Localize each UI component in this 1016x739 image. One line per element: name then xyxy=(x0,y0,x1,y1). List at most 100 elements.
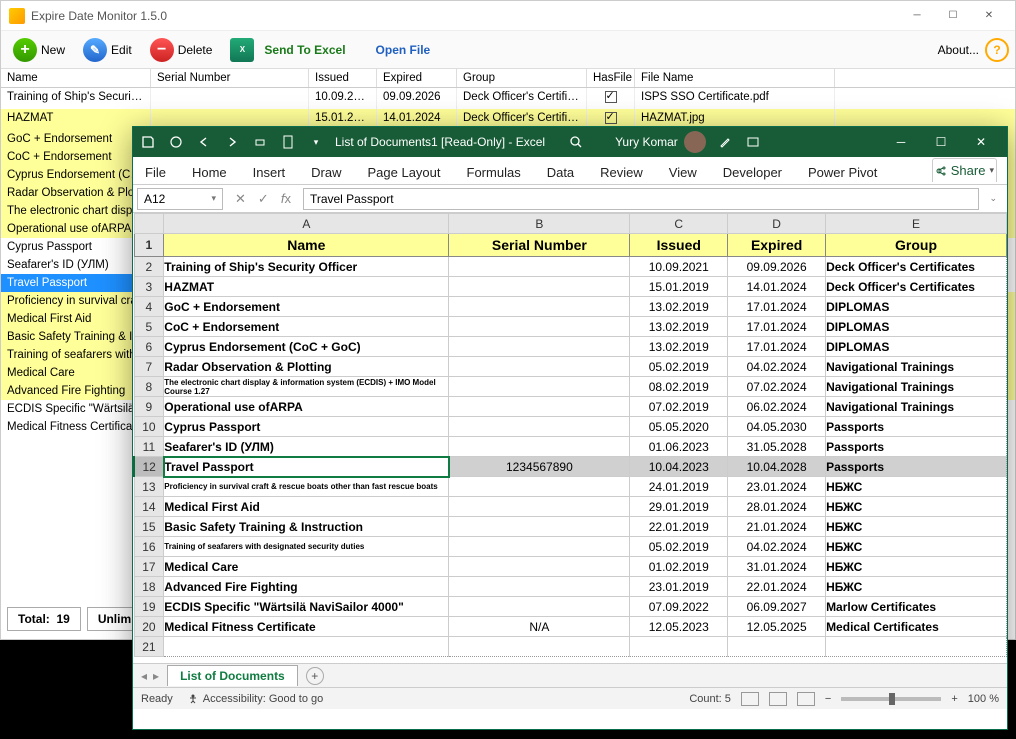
view-normal-icon[interactable] xyxy=(741,692,759,706)
qat-customize-icon[interactable]: ▾ xyxy=(307,133,325,151)
col-issued[interactable]: Issued xyxy=(309,69,377,87)
formula-bar: A12 ✕ ✓ fx Travel Passport ⌄ xyxy=(133,185,1007,213)
about-link[interactable]: About... xyxy=(938,43,979,57)
row-header-1[interactable]: 1 xyxy=(134,234,164,257)
row-header-9[interactable]: 9 xyxy=(134,397,164,417)
ribbon-mode-icon[interactable] xyxy=(744,133,762,151)
app-title: Expire Date Monitor 1.5.0 xyxy=(31,9,899,23)
col-group[interactable]: Group xyxy=(457,69,587,87)
row-header-10[interactable]: 10 xyxy=(134,417,164,437)
ribbon-tab-draw[interactable]: Draw xyxy=(309,161,343,184)
ribbon-tab-file[interactable]: File xyxy=(143,161,168,184)
pen-icon[interactable] xyxy=(716,133,734,151)
row-header-19[interactable]: 19 xyxy=(134,597,164,617)
ribbon-tab-page-layout[interactable]: Page Layout xyxy=(366,161,443,184)
excel-doc-title: List of Documents1 [Read-Only] - Excel xyxy=(335,135,545,149)
add-sheet-button[interactable]: + xyxy=(306,667,324,685)
open-file-button[interactable]: Open File xyxy=(364,41,443,59)
ribbon-tab-power-pivot[interactable]: Power Pivot xyxy=(806,161,879,184)
zoom-in-button[interactable]: + xyxy=(951,693,957,705)
accessibility-status[interactable]: Accessibility: Good to go xyxy=(187,693,323,705)
excel-minimize-button[interactable]: ─ xyxy=(881,128,921,156)
grid-row[interactable]: Training of Ship's Security O...10.09.20… xyxy=(1,88,1015,109)
help-button[interactable]: ? xyxy=(985,38,1009,62)
close-button[interactable]: ✕ xyxy=(971,4,1007,28)
doc-icon[interactable] xyxy=(279,133,297,151)
redo-icon[interactable] xyxy=(223,133,241,151)
pencil-icon: ✎ xyxy=(83,38,107,62)
sheet-tabs: ◂ ▸ List of Documents + xyxy=(133,663,1007,687)
fx-icon[interactable]: fx xyxy=(281,191,291,206)
col-header-C[interactable]: C xyxy=(630,214,728,234)
row-header-6[interactable]: 6 xyxy=(134,337,164,357)
row-header-18[interactable]: 18 xyxy=(134,577,164,597)
zoom-out-button[interactable]: − xyxy=(825,693,831,705)
col-serial[interactable]: Serial Number xyxy=(151,69,309,87)
excel-maximize-button[interactable]: ☐ xyxy=(921,128,961,156)
new-button[interactable]: +New xyxy=(7,36,71,64)
search-icon[interactable] xyxy=(567,133,585,151)
zoom-level[interactable]: 100 % xyxy=(968,693,999,705)
save-icon[interactable] xyxy=(139,133,157,151)
ribbon-tab-view[interactable]: View xyxy=(667,161,699,184)
row-header-14[interactable]: 14 xyxy=(134,497,164,517)
name-box[interactable]: A12 xyxy=(137,188,223,210)
worksheet-grid[interactable]: ABCDE1NameSerial NumberIssuedExpiredGrou… xyxy=(133,213,1007,663)
col-header-B[interactable]: B xyxy=(449,214,630,234)
delete-button[interactable]: −Delete xyxy=(144,36,219,64)
edit-button[interactable]: ✎Edit xyxy=(77,36,138,64)
autosave-icon[interactable] xyxy=(167,133,185,151)
print-icon[interactable] xyxy=(251,133,269,151)
tab-next-icon[interactable]: ▸ xyxy=(153,669,159,683)
cancel-icon[interactable]: ✕ xyxy=(235,191,246,207)
minimize-button[interactable]: ─ xyxy=(899,4,935,28)
accept-icon[interactable]: ✓ xyxy=(258,191,269,207)
col-name[interactable]: Name xyxy=(1,69,151,87)
expand-formula-icon[interactable]: ⌄ xyxy=(983,193,1003,204)
maximize-button[interactable]: ☐ xyxy=(935,4,971,28)
ribbon-tab-formulas[interactable]: Formulas xyxy=(465,161,523,184)
ribbon-tab-insert[interactable]: Insert xyxy=(251,161,288,184)
monitor-toolbar: +New ✎Edit −Delete XSend To Excel Open F… xyxy=(1,31,1015,69)
row-header-15[interactable]: 15 xyxy=(134,517,164,537)
ribbon-tab-home[interactable]: Home xyxy=(190,161,229,184)
row-header-16[interactable]: 16 xyxy=(134,537,164,557)
excel-close-button[interactable]: ✕ xyxy=(961,128,1001,156)
row-header-4[interactable]: 4 xyxy=(134,297,164,317)
tab-prev-icon[interactable]: ◂ xyxy=(141,669,147,683)
col-filename[interactable]: File Name xyxy=(635,69,835,87)
row-header-17[interactable]: 17 xyxy=(134,557,164,577)
user-account[interactable]: Yury Komar xyxy=(615,131,706,153)
monitor-footer: Total: 19 Unlim xyxy=(7,607,142,631)
send-to-excel-button[interactable]: XSend To Excel xyxy=(224,36,357,64)
col-header-E[interactable]: E xyxy=(826,214,1007,234)
row-header-2[interactable]: 2 xyxy=(134,257,164,277)
formula-input[interactable]: Travel Passport xyxy=(303,188,980,210)
row-header-5[interactable]: 5 xyxy=(134,317,164,337)
col-expired[interactable]: Expired xyxy=(377,69,457,87)
view-layout-icon[interactable] xyxy=(769,692,787,706)
ribbon-tab-data[interactable]: Data xyxy=(545,161,576,184)
row-header-13[interactable]: 13 xyxy=(134,477,164,497)
row-header-7[interactable]: 7 xyxy=(134,357,164,377)
row-header-11[interactable]: 11 xyxy=(134,437,164,457)
col-hasfile[interactable]: HasFile xyxy=(587,69,635,87)
sheet-tab[interactable]: List of Documents xyxy=(167,665,298,686)
row-header-12[interactable]: 12 xyxy=(134,457,164,477)
excel-titlebar[interactable]: ▾ List of Documents1 [Read-Only] - Excel… xyxy=(133,127,1007,157)
row-header-3[interactable]: 3 xyxy=(134,277,164,297)
status-count: Count: 5 xyxy=(689,693,731,705)
ribbon-tab-review[interactable]: Review xyxy=(598,161,645,184)
row-header-8[interactable]: 8 xyxy=(134,377,164,397)
ribbon-tab-developer[interactable]: Developer xyxy=(721,161,784,184)
row-header-20[interactable]: 20 xyxy=(134,617,164,637)
col-header-A[interactable]: A xyxy=(164,214,449,234)
minus-icon: − xyxy=(150,38,174,62)
monitor-titlebar[interactable]: Expire Date Monitor 1.5.0 ─ ☐ ✕ xyxy=(1,1,1015,31)
col-header-D[interactable]: D xyxy=(728,214,826,234)
share-button[interactable]: Share▾ xyxy=(932,158,997,182)
zoom-slider[interactable] xyxy=(841,697,941,701)
view-break-icon[interactable] xyxy=(797,692,815,706)
undo-icon[interactable] xyxy=(195,133,213,151)
row-header-21[interactable]: 21 xyxy=(134,637,164,657)
